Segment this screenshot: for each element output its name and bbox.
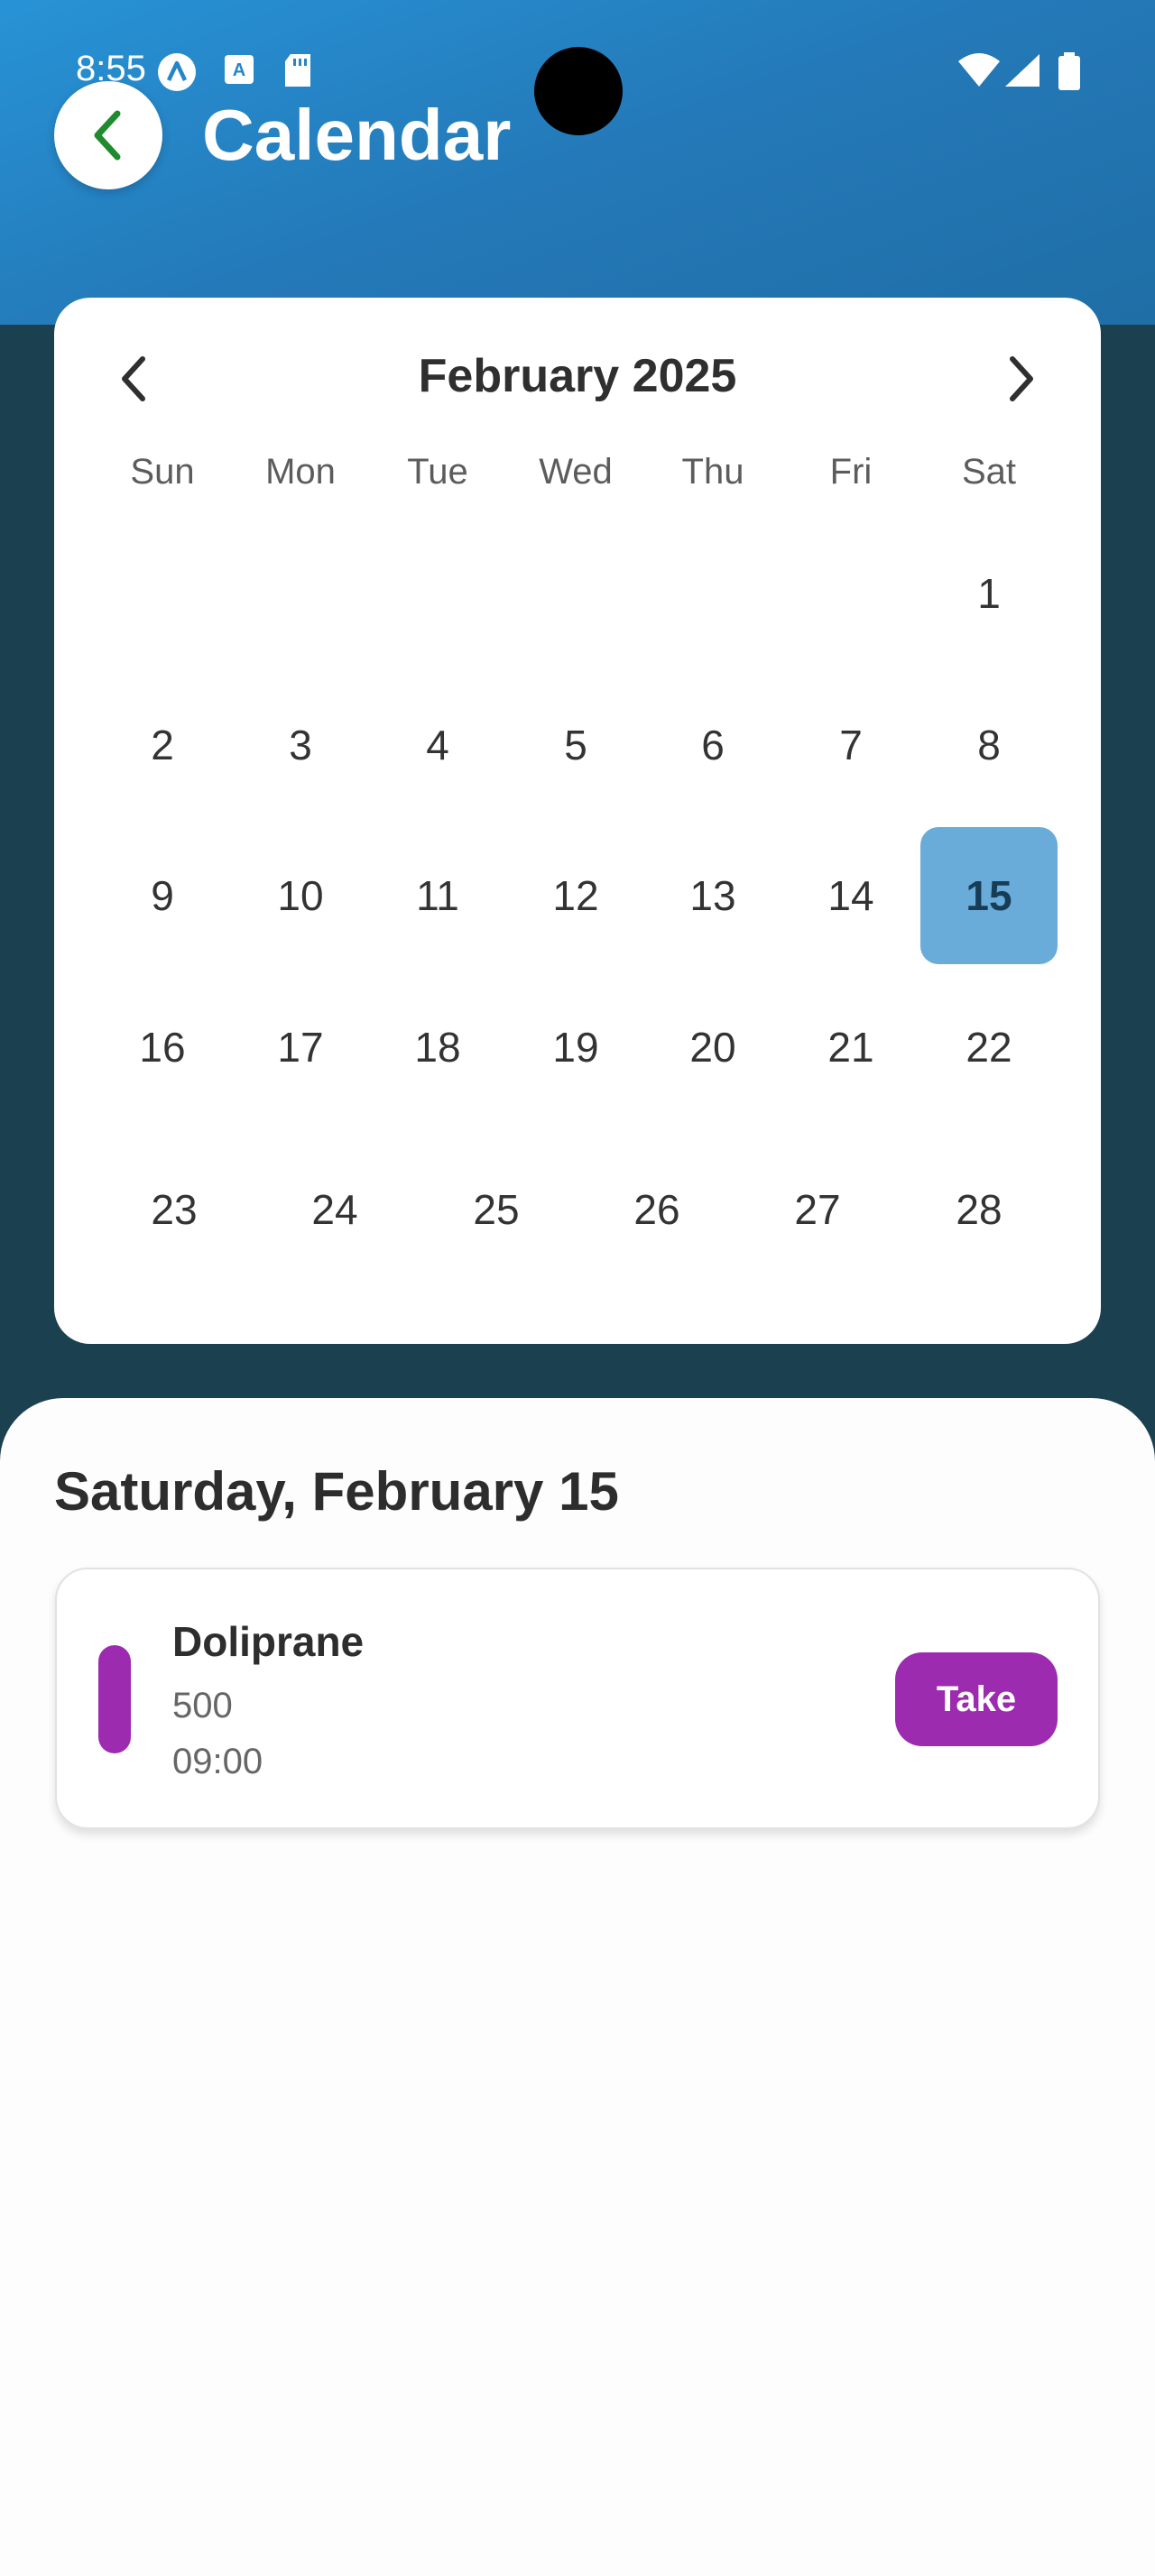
day-cell[interactable]: 14 xyxy=(782,827,919,964)
status-bar: 8:55 A xyxy=(0,0,1155,135)
wifi-icon xyxy=(956,52,1002,88)
day-cell[interactable]: 11 xyxy=(369,827,506,964)
app-header: 8:55 A Calendar xyxy=(0,0,1155,325)
day-cell[interactable]: 28 xyxy=(910,1141,1048,1278)
schedule-sheet: Saturday, February 15 Doliprane 500 09:0… xyxy=(0,1398,1155,2576)
medication-name: Doliprane xyxy=(172,1618,365,1665)
back-button[interactable] xyxy=(54,81,162,189)
day-cell[interactable]: 10 xyxy=(232,827,369,964)
selected-day-cell[interactable]: 15 xyxy=(920,827,1058,964)
app-a-icon xyxy=(157,52,196,91)
day-cell[interactable]: 5 xyxy=(507,676,644,814)
weekday-fri: Fri xyxy=(829,452,873,492)
next-month-button[interactable] xyxy=(984,343,1056,415)
svg-text:A: A xyxy=(233,60,245,80)
day-cell[interactable]: 13 xyxy=(644,827,781,964)
front-camera xyxy=(534,47,623,135)
text-a-icon: A xyxy=(222,52,258,88)
selected-date-heading: Saturday, February 15 xyxy=(54,1461,619,1522)
day-cell[interactable]: 4 xyxy=(369,676,506,814)
day-cell[interactable]: 16 xyxy=(94,979,231,1116)
chevron-left-icon xyxy=(94,110,121,161)
day-cell[interactable]: 23 xyxy=(106,1141,243,1278)
day-cell[interactable]: 18 xyxy=(369,979,506,1116)
day-cell[interactable]: 6 xyxy=(644,676,781,814)
take-button[interactable]: Take xyxy=(895,1652,1058,1746)
day-cell[interactable]: 17 xyxy=(232,979,369,1116)
cell-signal-icon xyxy=(1003,52,1041,88)
day-cell[interactable]: 20 xyxy=(644,979,781,1116)
day-cell[interactable]: 26 xyxy=(588,1141,725,1278)
day-cell[interactable]: 25 xyxy=(428,1141,565,1278)
calendar-card: February 2025 Sun Mon Tue Wed Thu Fri Sa… xyxy=(54,298,1101,1344)
day-cell[interactable]: 9 xyxy=(94,827,231,964)
weekday-tue: Tue xyxy=(407,452,468,492)
day-cell[interactable]: 19 xyxy=(507,979,644,1116)
medication-card[interactable]: Doliprane 500 09:00 Take xyxy=(55,1568,1100,1829)
weekday-mon: Mon xyxy=(265,452,336,492)
day-cell[interactable]: 8 xyxy=(920,676,1058,814)
month-label: February 2025 xyxy=(418,350,737,402)
day-cell[interactable]: 7 xyxy=(782,676,919,814)
weekday-sun: Sun xyxy=(130,452,195,492)
medication-color-indicator xyxy=(98,1645,131,1753)
weekday-sat: Sat xyxy=(961,452,1017,492)
medication-dose: 500 xyxy=(172,1686,233,1725)
chevron-right-icon xyxy=(1010,356,1033,401)
day-cell[interactable]: 2 xyxy=(94,676,231,814)
day-cell[interactable]: 21 xyxy=(782,979,919,1116)
day-cell[interactable]: 3 xyxy=(232,676,369,814)
page-title: Calendar xyxy=(202,95,512,175)
weekday-wed: Wed xyxy=(539,452,613,492)
medication-time: 09:00 xyxy=(172,1742,263,1781)
day-cell[interactable]: 12 xyxy=(507,827,644,964)
battery-icon xyxy=(1056,52,1083,90)
day-cell[interactable]: 27 xyxy=(749,1141,886,1278)
day-cell[interactable]: 24 xyxy=(266,1141,403,1278)
day-cell[interactable]: 22 xyxy=(920,979,1058,1116)
sd-card-icon xyxy=(282,52,318,88)
weekday-thu: Thu xyxy=(681,452,744,492)
day-cell[interactable]: 1 xyxy=(920,525,1058,662)
